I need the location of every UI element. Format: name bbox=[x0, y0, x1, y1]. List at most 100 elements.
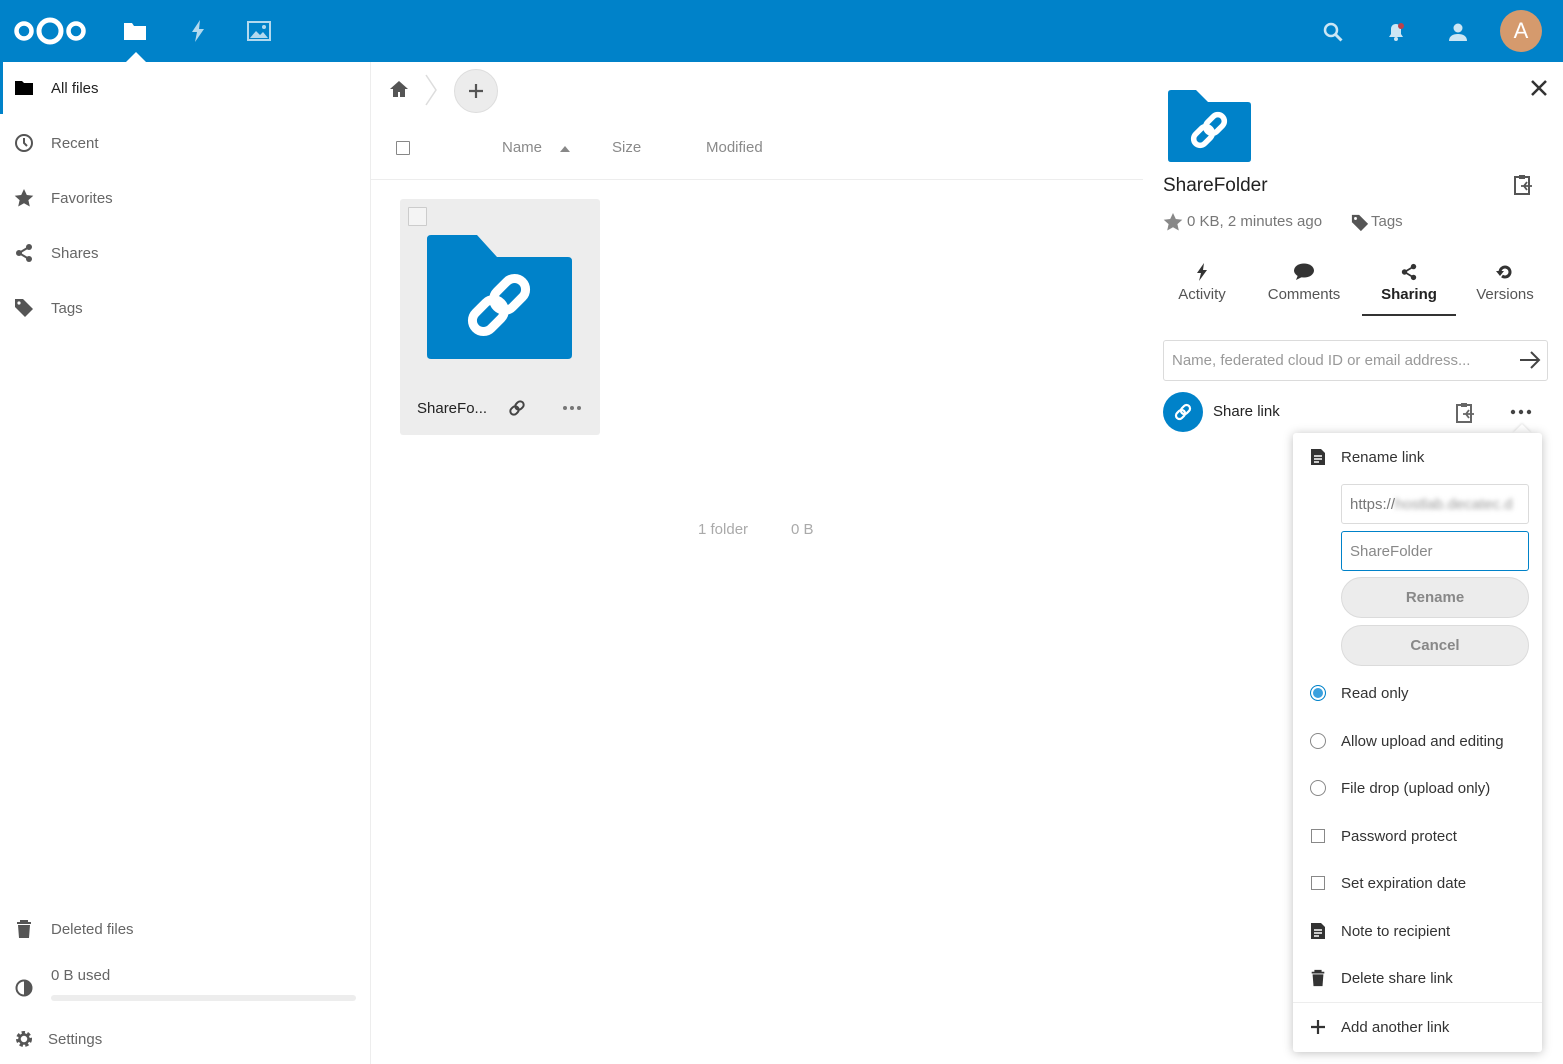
menu-label: Rename link bbox=[1341, 449, 1425, 466]
menu-item-allow-upload-editing[interactable]: Allow upload and editing bbox=[1293, 719, 1542, 763]
menu-item-note-to-recipient[interactable]: Note to recipient bbox=[1293, 909, 1542, 953]
cancel-button[interactable]: Cancel bbox=[1341, 625, 1529, 666]
nav-item-deleted-files[interactable]: Deleted files bbox=[0, 903, 370, 955]
notifications-bell-icon[interactable] bbox=[1383, 19, 1409, 45]
user-avatar[interactable]: A bbox=[1500, 10, 1542, 52]
tab-comments[interactable]: Comments bbox=[1259, 258, 1349, 316]
arrow-right-icon[interactable] bbox=[1519, 350, 1541, 374]
nav-label: Favorites bbox=[51, 189, 113, 207]
search-icon[interactable] bbox=[1320, 19, 1346, 45]
url-prefix: https:// bbox=[1350, 495, 1396, 513]
menu-caret bbox=[1513, 424, 1531, 433]
menu-item-password-protect[interactable]: Password protect bbox=[1293, 814, 1542, 858]
gear-icon bbox=[14, 1029, 34, 1049]
nextcloud-logo-icon[interactable] bbox=[12, 14, 88, 52]
menu-item-file-drop[interactable]: File drop (upload only) bbox=[1293, 766, 1542, 810]
document-icon bbox=[1308, 447, 1328, 467]
home-icon[interactable] bbox=[389, 80, 409, 102]
more-actions-icon[interactable] bbox=[1510, 403, 1532, 425]
column-name[interactable]: Name bbox=[502, 139, 542, 156]
select-all-checkbox[interactable] bbox=[396, 141, 410, 155]
share-link-label: Share link bbox=[1213, 403, 1280, 420]
rename-button[interactable]: Rename bbox=[1341, 577, 1529, 618]
quota-progress-bar bbox=[51, 995, 356, 1001]
nav-item-favorites[interactable]: Favorites bbox=[0, 172, 370, 224]
breadcrumb-separator bbox=[425, 74, 437, 110]
tab-activity[interactable]: Activity bbox=[1160, 258, 1244, 316]
tag-icon[interactable] bbox=[1351, 214, 1369, 236]
column-size[interactable]: Size bbox=[612, 139, 641, 156]
menu-item-read-only[interactable]: Read only bbox=[1293, 671, 1542, 715]
plus-icon bbox=[1308, 1017, 1328, 1037]
plus-icon bbox=[469, 84, 483, 98]
tab-label: Comments bbox=[1267, 286, 1341, 303]
new-file-button[interactable] bbox=[454, 69, 498, 113]
link-name-input[interactable] bbox=[1341, 531, 1529, 571]
tab-sharing[interactable]: Sharing bbox=[1362, 258, 1456, 316]
share-with-input[interactable] bbox=[1164, 341, 1514, 380]
checkbox-password[interactable] bbox=[1308, 826, 1328, 846]
menu-label: Password protect bbox=[1341, 828, 1457, 845]
active-app-indicator bbox=[126, 52, 146, 62]
menu-divider bbox=[1293, 1002, 1542, 1003]
trash-icon bbox=[14, 919, 34, 939]
tags-link[interactable]: Tags bbox=[1371, 213, 1403, 230]
nav-item-shares[interactable]: Shares bbox=[0, 227, 370, 279]
copy-link-icon[interactable] bbox=[1513, 174, 1533, 200]
document-icon bbox=[1308, 921, 1328, 941]
link-share-icon[interactable] bbox=[508, 399, 526, 421]
nav-item-tags[interactable]: Tags bbox=[0, 282, 370, 334]
nav-label: Deleted files bbox=[51, 920, 134, 938]
menu-item-rename-link[interactable]: Rename link bbox=[1293, 435, 1542, 479]
radio-file-drop[interactable] bbox=[1308, 778, 1328, 798]
favorite-star-icon[interactable] bbox=[1163, 212, 1183, 236]
gallery-app-icon[interactable] bbox=[244, 16, 274, 46]
star-icon bbox=[14, 188, 34, 208]
menu-item-delete-share-link[interactable]: Delete share link bbox=[1293, 956, 1542, 1000]
nav-item-recent[interactable]: Recent bbox=[0, 117, 370, 169]
nav-item-quota[interactable]: 0 B used bbox=[0, 949, 370, 1001]
radio-read-only[interactable] bbox=[1308, 683, 1328, 703]
file-select-checkbox[interactable] bbox=[408, 207, 427, 226]
copy-link-icon[interactable] bbox=[1455, 402, 1475, 428]
file-tile[interactable]: ShareFo... bbox=[400, 199, 600, 435]
menu-label: Set expiration date bbox=[1341, 875, 1467, 892]
column-modified[interactable]: Modified bbox=[706, 139, 763, 156]
menu-label: Note to recipient bbox=[1341, 923, 1451, 940]
radio-allow-upload[interactable] bbox=[1308, 731, 1328, 751]
share-icon bbox=[14, 243, 34, 263]
nav-label: Shares bbox=[51, 244, 99, 262]
menu-item-add-another-link[interactable]: Add another link bbox=[1293, 1005, 1542, 1049]
shared-folder-thumbnail-icon bbox=[1168, 90, 1251, 166]
share-icon bbox=[1362, 262, 1456, 282]
trash-icon bbox=[1308, 968, 1328, 988]
quota-pie-icon bbox=[14, 978, 34, 998]
menu-label: Delete share link bbox=[1341, 970, 1453, 987]
nav-item-all-files[interactable]: All files bbox=[0, 62, 370, 114]
nav-label: Recent bbox=[51, 134, 99, 152]
activity-app-icon[interactable] bbox=[183, 16, 213, 46]
link-url-field[interactable]: https://hostlab.decatec.d bbox=[1341, 484, 1529, 524]
tab-label: Activity bbox=[1178, 286, 1226, 303]
file-list-header: Name Size Modified bbox=[371, 120, 1143, 180]
tab-label: Versions bbox=[1476, 286, 1534, 303]
menu-label: Read only bbox=[1341, 685, 1409, 702]
share-link-menu: Rename link https://hostlab.decatec.d Re… bbox=[1293, 433, 1542, 1052]
file-meta: 0 KB, 2 minutes ago bbox=[1187, 213, 1323, 230]
checkbox-expiration[interactable] bbox=[1308, 873, 1328, 893]
tab-versions[interactable]: Versions bbox=[1468, 258, 1542, 316]
file-name[interactable]: ShareFo... bbox=[417, 400, 487, 417]
menu-item-set-expiration[interactable]: Set expiration date bbox=[1293, 861, 1542, 905]
app-navigation: All files Recent Favorites Shares Tags D… bbox=[0, 62, 371, 1064]
contacts-icon[interactable] bbox=[1445, 19, 1471, 45]
summary-total-size: 0 B bbox=[791, 521, 814, 538]
summary-folder-count: 1 folder bbox=[698, 521, 749, 538]
clock-icon bbox=[14, 133, 34, 153]
more-actions-icon[interactable] bbox=[562, 399, 582, 421]
nav-item-settings[interactable]: Settings bbox=[0, 1013, 370, 1064]
shared-folder-icon bbox=[427, 235, 572, 363]
close-icon[interactable] bbox=[1530, 79, 1548, 101]
files-app-icon[interactable] bbox=[120, 16, 150, 46]
tag-icon bbox=[14, 298, 34, 318]
sort-ascending-icon bbox=[560, 146, 570, 152]
